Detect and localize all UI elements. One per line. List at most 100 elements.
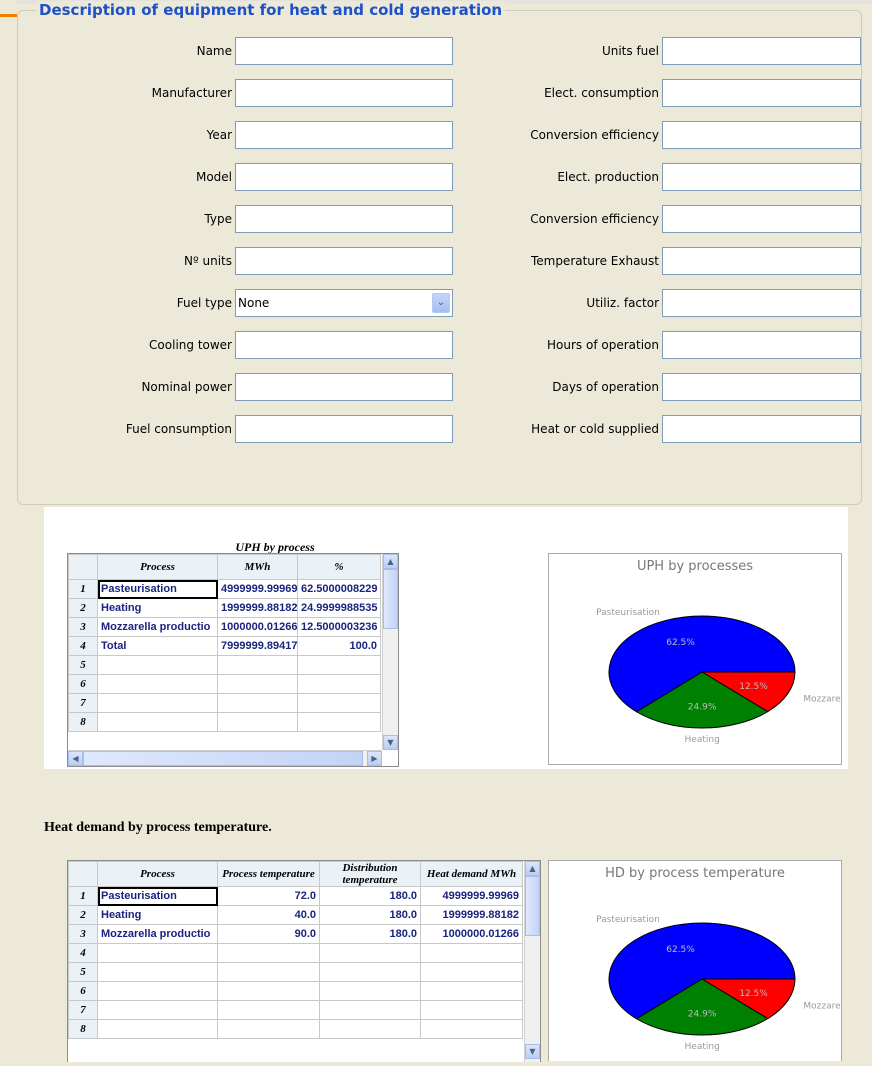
table-row[interactable]: 8	[68, 1019, 523, 1039]
mwh-cell[interactable]: 1999999.88182	[217, 598, 298, 618]
table-row[interactable]: 4 Total 7999999.89417 100.0	[68, 636, 381, 656]
process-temperature-cell[interactable]: 72.0	[217, 886, 320, 906]
distribution-temperature-cell[interactable]: 180.0	[319, 905, 421, 925]
percent-cell[interactable]	[297, 674, 381, 694]
percent-cell[interactable]: 100.0	[297, 636, 381, 656]
percent-cell[interactable]: 62.5000008229	[297, 579, 381, 599]
scroll-down-icon[interactable]: ▼	[525, 1044, 540, 1059]
heat-demand-cell[interactable]	[420, 962, 523, 982]
mwh-cell[interactable]	[217, 655, 298, 675]
heat-demand-cell[interactable]	[420, 981, 523, 1001]
table-row[interactable]: 1 Pasteurisation 72.0 180.0 4999999.99969	[68, 886, 523, 906]
process-cell[interactable]: Mozzarella productio	[97, 617, 218, 637]
process-cell[interactable]: Pasteurisation	[97, 579, 218, 599]
scroll-thumb[interactable]	[383, 569, 398, 629]
column-header-heat-demand[interactable]: Heat demand MWh	[420, 861, 523, 887]
distribution-temperature-cell[interactable]: 180.0	[319, 886, 421, 906]
table-row[interactable]: 7	[68, 693, 381, 713]
column-header-percent[interactable]: %	[297, 554, 381, 580]
right-heat-or-cold-supplied-input[interactable]	[662, 415, 861, 443]
process-cell[interactable]: Total	[97, 636, 218, 656]
process-cell[interactable]	[97, 1019, 218, 1039]
process-temperature-cell[interactable]	[217, 1019, 320, 1039]
table-row[interactable]: 3 Mozzarella productio 90.0 180.0 1000000.01…	[68, 924, 523, 944]
table-row[interactable]: 2 Heating 1999999.88182 24.9999988535	[68, 598, 381, 618]
right-temperature-exhaust-input[interactable]	[662, 247, 861, 275]
table-row[interactable]: 5	[68, 962, 523, 982]
table-row[interactable]: 8	[68, 712, 381, 732]
mwh-cell[interactable]: 1000000.01266	[217, 617, 298, 637]
process-cell[interactable]: Mozzarella productio	[97, 924, 218, 944]
process-temperature-cell[interactable]: 40.0	[217, 905, 320, 925]
process-cell[interactable]	[97, 1000, 218, 1020]
column-header-process-temperature[interactable]: Process temperature	[217, 861, 320, 887]
table-row[interactable]: 6	[68, 674, 381, 694]
process-cell[interactable]	[97, 712, 218, 732]
right-units-fuel-input[interactable]	[662, 37, 861, 65]
process-temperature-cell[interactable]: 90.0	[217, 924, 320, 944]
process-cell[interactable]	[97, 962, 218, 982]
process-temperature-cell[interactable]	[217, 943, 320, 963]
percent-cell[interactable]	[297, 693, 381, 713]
mwh-cell[interactable]	[217, 712, 298, 732]
percent-cell[interactable]	[297, 655, 381, 675]
right-days-of-operation-input[interactable]	[662, 373, 861, 401]
distribution-temperature-cell[interactable]	[319, 1019, 421, 1039]
table-row[interactable]: 5	[68, 655, 381, 675]
distribution-temperature-cell[interactable]: 180.0	[319, 924, 421, 944]
uph-vertical-scrollbar[interactable]: ▲ ▼	[382, 554, 398, 750]
table-row[interactable]: 7	[68, 1000, 523, 1020]
percent-cell[interactable]	[297, 712, 381, 732]
scroll-up-icon[interactable]: ▲	[383, 554, 398, 569]
mwh-cell[interactable]: 4999999.99969	[217, 579, 298, 599]
heat-demand-cell[interactable]	[420, 943, 523, 963]
heat-demand-cell[interactable]	[420, 1000, 523, 1020]
heat-demand-cell[interactable]: 1000000.01266	[420, 924, 523, 944]
process-cell[interactable]: Pasteurisation	[97, 886, 218, 906]
right-elect-production-input[interactable]	[662, 163, 861, 191]
percent-cell[interactable]: 24.9999988535	[297, 598, 381, 618]
percent-cell[interactable]: 12.5000003236	[297, 617, 381, 637]
heat-demand-cell[interactable]: 1999999.88182	[420, 905, 523, 925]
mwh-cell[interactable]	[217, 693, 298, 713]
process-cell[interactable]: Heating	[97, 598, 218, 618]
table-row[interactable]: 4	[68, 943, 523, 963]
process-cell[interactable]: Heating	[97, 905, 218, 925]
right-hours-of-operation-input[interactable]	[662, 331, 861, 359]
distribution-temperature-cell[interactable]	[319, 943, 421, 963]
distribution-temperature-cell[interactable]	[319, 962, 421, 982]
hd-vertical-scrollbar[interactable]: ▲ ▼	[524, 861, 540, 1062]
scroll-thumb[interactable]	[83, 751, 363, 766]
scroll-down-icon[interactable]: ▼	[383, 735, 398, 750]
right-conversion-efficiency-input[interactable]	[662, 121, 861, 149]
process-cell[interactable]	[97, 943, 218, 963]
scroll-thumb[interactable]	[525, 876, 540, 936]
column-header-process[interactable]: Process	[97, 554, 218, 580]
process-temperature-cell[interactable]	[217, 962, 320, 982]
table-row[interactable]: 3 Mozzarella productio 1000000.01266 12.500…	[68, 617, 381, 637]
heat-demand-cell[interactable]: 4999999.99969	[420, 886, 523, 906]
process-cell[interactable]	[97, 693, 218, 713]
table-row[interactable]: 1 Pasteurisation 4999999.99969 62.500000822…	[68, 579, 381, 599]
distribution-temperature-cell[interactable]	[319, 1000, 421, 1020]
table-row[interactable]: 2 Heating 40.0 180.0 1999999.88182	[68, 905, 523, 925]
heat-demand-cell[interactable]	[420, 1019, 523, 1039]
process-cell[interactable]	[97, 981, 218, 1001]
mwh-cell[interactable]: 7999999.89417	[217, 636, 298, 656]
mwh-cell[interactable]	[217, 674, 298, 694]
table-row[interactable]: 6	[68, 981, 523, 1001]
column-header-distribution-temperature[interactable]: Distribution temperature	[319, 861, 421, 887]
right-elect-consumption-input[interactable]	[662, 79, 861, 107]
process-cell[interactable]	[97, 674, 218, 694]
process-cell[interactable]	[97, 655, 218, 675]
column-header-process[interactable]: Process	[97, 861, 218, 887]
column-header-mwh[interactable]: MWh	[217, 554, 298, 580]
scroll-right-icon[interactable]: ▶	[367, 751, 382, 766]
process-temperature-cell[interactable]	[217, 1000, 320, 1020]
process-temperature-cell[interactable]	[217, 981, 320, 1001]
right-conversion-efficiency-input[interactable]	[662, 205, 861, 233]
right-utiliz-factor-input[interactable]	[662, 289, 861, 317]
scroll-up-icon[interactable]: ▲	[525, 861, 540, 876]
distribution-temperature-cell[interactable]	[319, 981, 421, 1001]
uph-horizontal-scrollbar[interactable]: ◀ ▶	[68, 750, 382, 766]
